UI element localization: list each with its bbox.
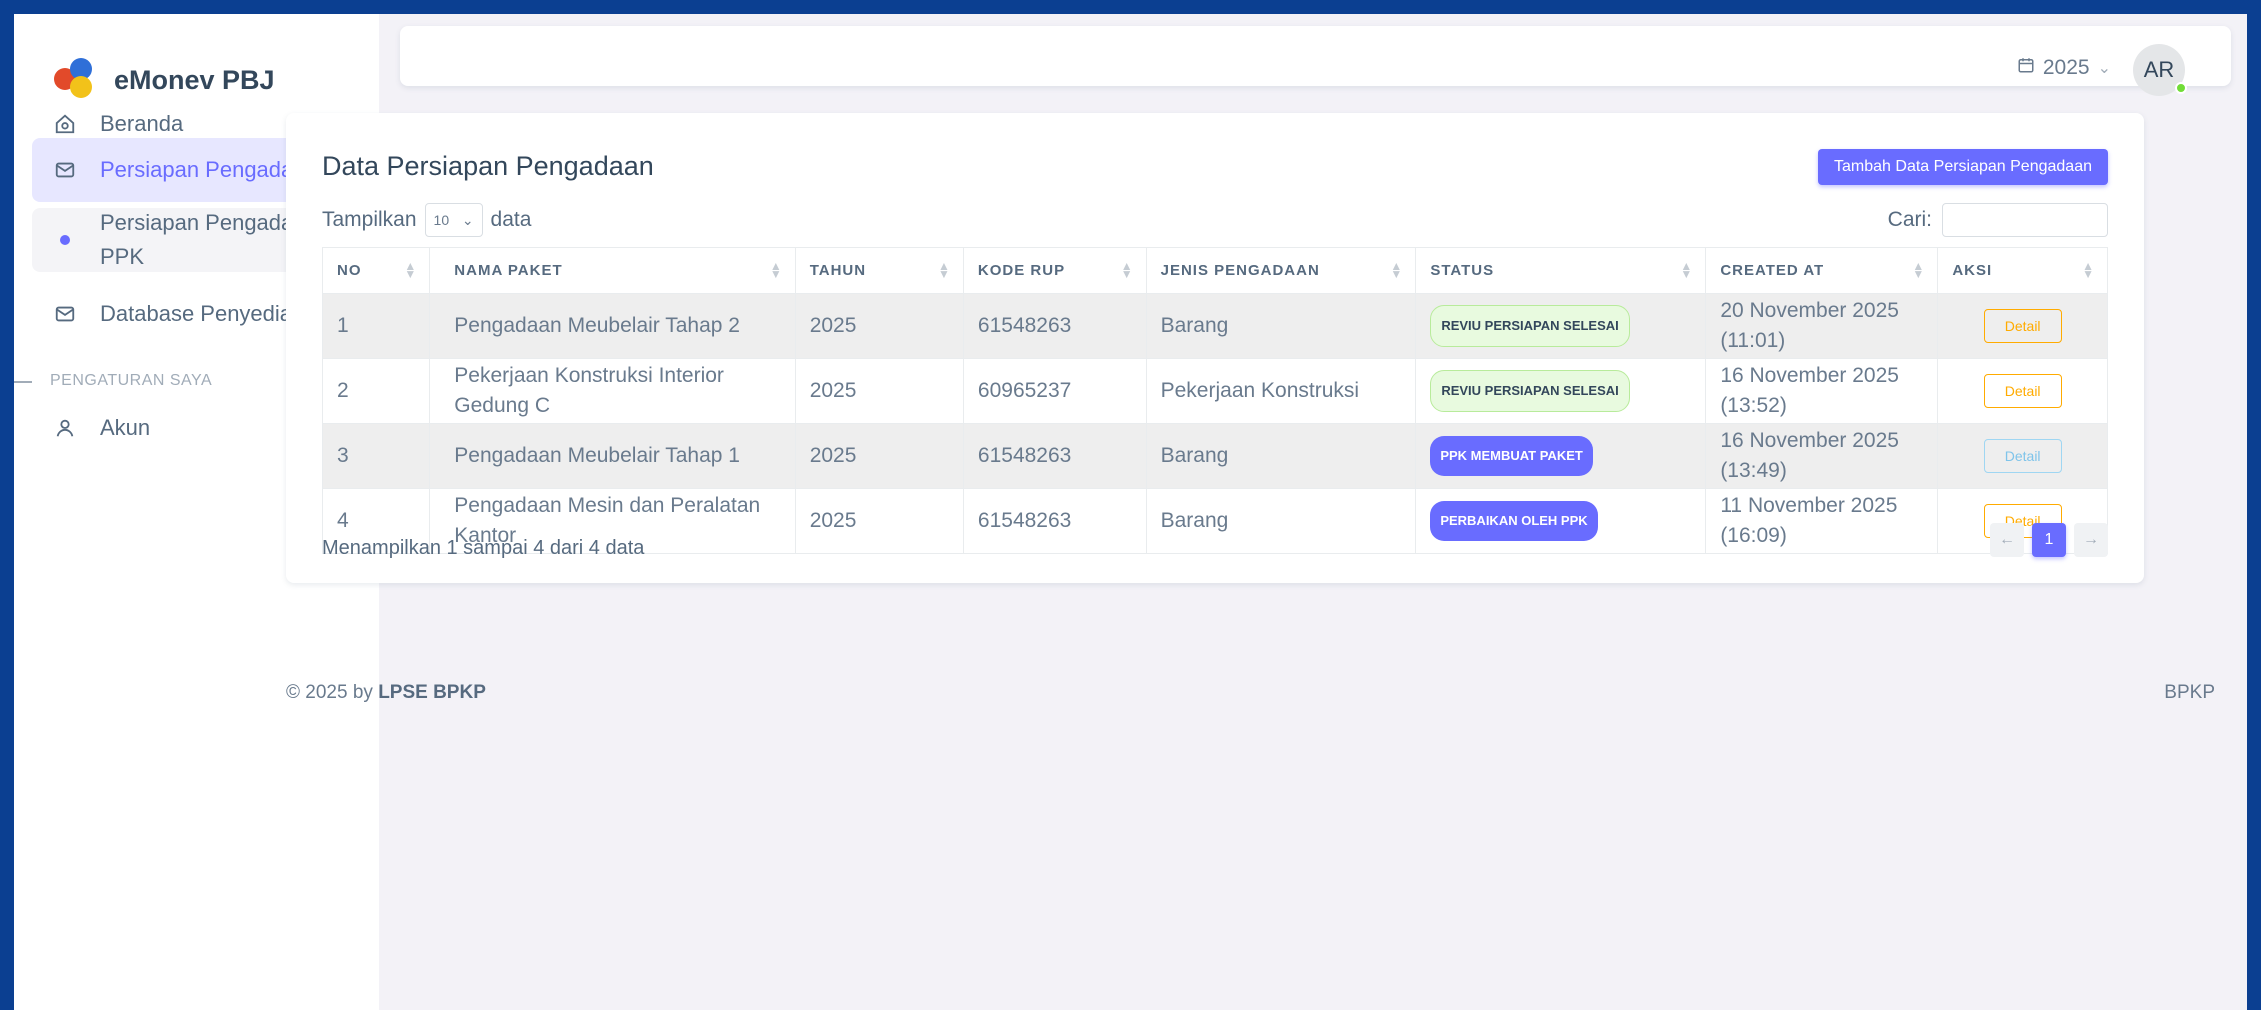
app-logo [54, 58, 98, 102]
cell-status: PERBAIKAN OLEH PPK [1415, 488, 1707, 554]
calendar-icon [2017, 56, 2035, 80]
data-card: Data Persiapan Pengadaan Tambah Data Per… [286, 113, 2144, 583]
column-header[interactable]: STATUS ▲ ▼ [1415, 247, 1707, 294]
cell-created-at: 16 November 2025 (13:52) [1705, 358, 1939, 424]
avatar[interactable]: AR [2133, 44, 2187, 96]
table-header-row: NO ▲ ▼ NAMA PAKET ▲ ▼ TAHUN ▲ ▼ KODE RUP ▲ ▼ JEN… [321, 247, 2108, 294]
cell-tahun: 2025 [794, 423, 964, 489]
search-label: Cari: [1887, 208, 1932, 231]
cell-kode-rup: 61548263 [962, 293, 1147, 359]
cell-tahun: 2025 [794, 488, 964, 554]
sort-icon: ▲ ▼ [1120, 259, 1134, 281]
cell-no: 2 [321, 358, 431, 424]
user-icon [50, 413, 80, 443]
sort-icon: ▲ ▼ [769, 259, 783, 281]
footer-copyright: © 2025 by LPSE BPKP [286, 682, 486, 704]
cell-status: REVIU PERSIAPAN SELESAI [1415, 358, 1707, 424]
cell-aksi: Detail [1937, 293, 2108, 359]
cell-nama-paket: Pengadaan Meubelair Tahap 1 [429, 423, 796, 489]
topbar: 2025 ⌄ AR [400, 26, 2231, 96]
table-row: 1 Pengadaan Meubelair Tahap 2 2025 61548… [321, 293, 2108, 359]
column-header[interactable]: KODE RUP ▲ ▼ [962, 247, 1147, 294]
page-length-value: 10 [433, 212, 450, 228]
app-frame: eMonev PBJ Beranda Persiapan Pengadaan ⌄… [14, 14, 2247, 1010]
pagination-prev[interactable]: ← [1990, 523, 2024, 557]
column-header[interactable]: TAHUN ▲ ▼ [794, 247, 964, 294]
mail-icon [50, 299, 80, 329]
pagination: ← 1 → [1990, 523, 2108, 557]
cell-jenis: Barang [1145, 293, 1417, 359]
app-name: eMonev PBJ [114, 64, 275, 95]
sort-icon: ▲ ▼ [404, 259, 418, 281]
search-input[interactable] [1942, 203, 2108, 237]
chevron-down-icon: ⌄ [461, 211, 474, 228]
mail-icon [50, 155, 80, 185]
cell-created-at: 20 November 2025 (11:01) [1705, 293, 1939, 359]
detail-button[interactable]: Detail [1983, 374, 2062, 408]
cell-jenis: Barang [1145, 423, 1417, 489]
status-badge: PERBAIKAN OLEH PPK [1430, 501, 1598, 541]
table-row: 2 Pekerjaan Konstruksi Interior Gedung C… [321, 358, 2108, 424]
footer-org-link[interactable]: LPSE BPKP [378, 682, 486, 703]
data-table: NO ▲ ▼ NAMA PAKET ▲ ▼ TAHUN ▲ ▼ KODE RUP ▲ ▼ JEN… [321, 247, 2108, 554]
pagination-next[interactable]: → [2074, 523, 2108, 557]
avatar-initials: AR [2143, 57, 2175, 82]
add-data-button[interactable]: Tambah Data Persiapan Pengadaan [1818, 149, 2108, 185]
year-value: 2025 [2042, 56, 2090, 79]
home-icon [50, 109, 80, 139]
page-length-select[interactable]: 10 ⌄ [424, 203, 483, 237]
cell-jenis: Barang [1145, 488, 1417, 554]
sort-icon: ▲ ▼ [1680, 259, 1694, 281]
status-badge: PPK MEMBUAT PAKET [1430, 436, 1593, 476]
year-select[interactable]: 2025 ⌄ [2017, 56, 2111, 80]
cell-no: 3 [321, 423, 431, 489]
table-info: Menampilkan 1 sampai 4 dari 4 data [322, 537, 645, 559]
page-length-control: Tampilkan 10 ⌄ data [322, 203, 531, 237]
cell-jenis: Pekerjaan Konstruksi [1145, 358, 1417, 424]
copyright-text: © 2025 by [286, 682, 373, 703]
column-header[interactable]: NAMA PAKET ▲ ▼ [429, 247, 796, 294]
column-header[interactable]: AKSI ▲ ▼ [1937, 247, 2108, 294]
cell-nama-paket: Pekerjaan Konstruksi Interior Gedung C [429, 358, 796, 424]
section-divider [14, 381, 32, 383]
cell-tahun: 2025 [794, 293, 964, 359]
detail-button[interactable]: Detail [1983, 439, 2062, 473]
sort-icon: ▲ ▼ [1912, 259, 1926, 281]
cell-kode-rup: 60965237 [962, 358, 1147, 424]
cell-kode-rup: 61548263 [962, 423, 1147, 489]
footer-right-text: BPKP [2164, 682, 2215, 703]
page-title: Data Persiapan Pengadaan [322, 151, 654, 181]
column-header[interactable]: NO ▲ ▼ [321, 247, 431, 294]
detail-button[interactable]: Detail [1983, 309, 2062, 343]
bullet-icon [50, 225, 80, 255]
cell-kode-rup: 61548263 [962, 488, 1147, 554]
pagination-page[interactable]: 1 [2032, 523, 2066, 557]
column-header[interactable]: JENIS PENGADAAN ▲ ▼ [1145, 247, 1417, 294]
cell-nama-paket: Pengadaan Meubelair Tahap 2 [429, 293, 796, 359]
online-status-dot [2175, 82, 2187, 94]
brand[interactable]: eMonev PBJ [54, 58, 275, 102]
sort-icon: ▲ ▼ [938, 259, 951, 281]
status-badge: REVIU PERSIAPAN SELESAI [1430, 305, 1630, 347]
search-control: Cari: [1888, 203, 2108, 237]
chevron-down-icon: ⌄ [2097, 60, 2111, 77]
sort-icon: ▲ ▼ [1390, 259, 1404, 281]
cell-created-at: 16 November 2025 (13:49) [1705, 423, 1939, 489]
cell-created-at: 11 November 2025 (16:09) [1705, 488, 1939, 554]
column-header[interactable]: CREATED AT ▲ ▼ [1705, 247, 1939, 294]
status-badge: REVIU PERSIAPAN SELESAI [1430, 370, 1630, 412]
section-title: PENGATURAN SAYA [50, 372, 213, 389]
cell-aksi: Detail [1937, 423, 2108, 489]
show-prefix: Tampilkan [322, 208, 417, 231]
cell-no: 1 [321, 293, 431, 359]
table-row: 3 Pengadaan Meubelair Tahap 1 2025 61548… [321, 423, 2108, 489]
sort-icon: ▲ ▼ [2082, 259, 2095, 281]
cell-aksi: Detail [1937, 358, 2108, 424]
cell-status: REVIU PERSIAPAN SELESAI [1415, 293, 1707, 359]
cell-status: PPK MEMBUAT PAKET [1415, 423, 1707, 489]
cell-tahun: 2025 [794, 358, 964, 424]
show-suffix: data [490, 208, 532, 231]
